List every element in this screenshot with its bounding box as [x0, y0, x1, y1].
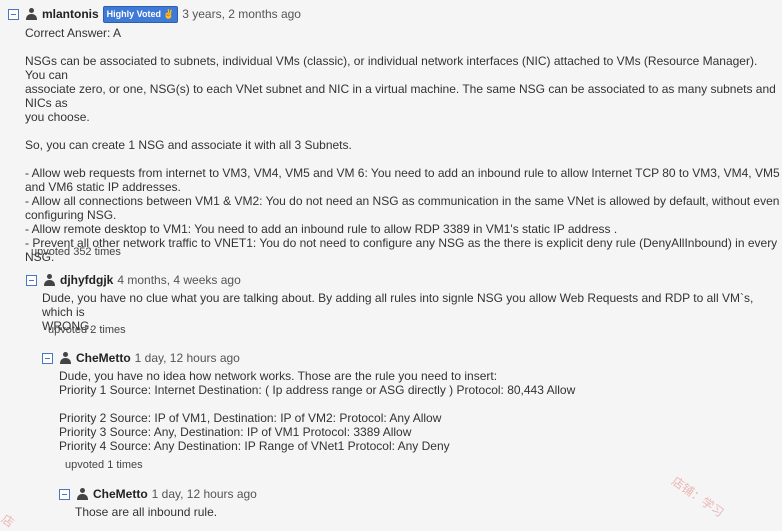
- comment-line: and VM6 static IP addresses.: [25, 180, 181, 194]
- username[interactable]: CheMetto: [93, 487, 148, 501]
- comment-line: NSGs can be associated to subnets, indiv…: [25, 54, 758, 82]
- comment-line: Priority 2 Source: IP of VM1, Destinatio…: [59, 411, 442, 425]
- collapse-toggle-icon[interactable]: [8, 8, 19, 20]
- comment-line: NSG.: [25, 250, 55, 264]
- timestamp: 4 months, 4 weeks ago: [117, 273, 241, 287]
- comment-line: [25, 124, 780, 138]
- comment-line: Those are all inbound rule.: [75, 505, 218, 519]
- comment-line: So, you can create 1 NSG and associate i…: [25, 138, 352, 152]
- comment-line: Dude, you have no idea how network works…: [59, 369, 498, 383]
- upvote-count: upvoted 1 times: [65, 459, 143, 471]
- comment-line: Priority 4 Source: Any Destination: IP R…: [59, 439, 450, 453]
- collapse-toggle-icon[interactable]: [26, 274, 37, 286]
- user-icon: [44, 274, 55, 286]
- comment-line: - Allow web requests from internet to VM…: [25, 166, 780, 180]
- comment-line: Priority 3 Source: Any, Destination: IP …: [59, 425, 412, 439]
- upvote-count: upvoted 352 times: [31, 246, 121, 258]
- comment-header: mlantonis Highly Voted ✌ 3 years, 2 mont…: [8, 5, 301, 23]
- timestamp: 1 day, 12 hours ago: [134, 351, 240, 365]
- user-icon: [77, 488, 88, 500]
- comment-line: WRONG.: [42, 319, 93, 333]
- username[interactable]: CheMetto: [76, 351, 131, 365]
- upvote-count: upvoted 2 times: [48, 324, 126, 336]
- comment-line: Priority 1 Source: Internet Destination:…: [59, 383, 576, 397]
- thumbs-up-icon: ✌: [163, 8, 175, 19]
- comment-line: configuring NSG.: [25, 208, 117, 222]
- comment-body: Correct Answer: A NSGs can be associated…: [25, 26, 780, 264]
- highly-voted-badge: Highly Voted ✌: [102, 5, 179, 23]
- comment-line: [25, 40, 780, 54]
- comment-header: CheMetto 1 day, 12 hours ago: [59, 486, 257, 502]
- comment-body: Dude, you have no idea how network works…: [59, 369, 779, 453]
- comment-line: - Allow remote desktop to VM1: You need …: [25, 222, 618, 236]
- comment-line: [59, 397, 779, 411]
- comment-line: - Allow all connections between VM1 & VM…: [25, 194, 780, 208]
- comment-line: you choose.: [25, 110, 90, 124]
- comment-line: associate zero, or one, NSG(s) to each V…: [25, 82, 776, 110]
- comment-line: Dude, you have no clue what you are talk…: [42, 291, 754, 319]
- comment-line: Correct Answer: A: [25, 26, 122, 40]
- user-icon: [26, 8, 37, 20]
- comment-body: Those are all inbound rule.: [75, 505, 775, 519]
- comment-line: [25, 152, 780, 166]
- collapse-toggle-icon[interactable]: [42, 352, 53, 364]
- collapse-toggle-icon[interactable]: [59, 488, 70, 500]
- watermark: 店: [0, 511, 17, 531]
- user-icon: [60, 352, 71, 364]
- username[interactable]: djhyfdgjk: [60, 273, 113, 287]
- username[interactable]: mlantonis: [42, 7, 99, 21]
- timestamp: 1 day, 12 hours ago: [151, 487, 257, 501]
- comment-body: Dude, you have no clue what you are talk…: [42, 291, 780, 333]
- comment-header: CheMetto 1 day, 12 hours ago: [42, 350, 240, 366]
- comment-line: - Prevent all other network traffic to V…: [25, 236, 778, 250]
- badge-label: Highly Voted: [106, 9, 162, 19]
- timestamp: 3 years, 2 months ago: [182, 7, 301, 21]
- comment-header: djhyfdgjk 4 months, 4 weeks ago: [26, 272, 241, 288]
